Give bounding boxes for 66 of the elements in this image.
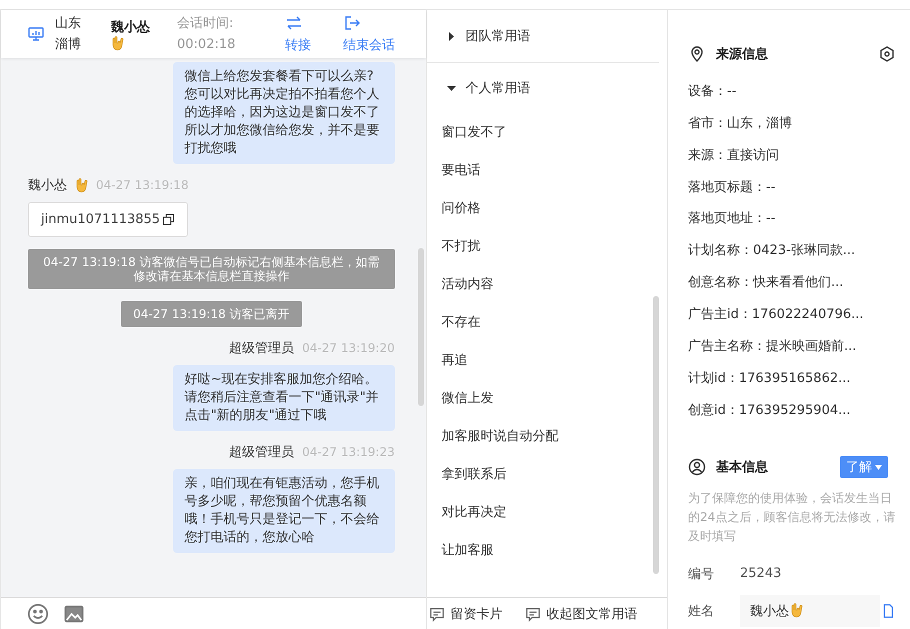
phrase-item[interactable]: 不存在 xyxy=(426,303,667,341)
end-session-button[interactable]: 结束会话 xyxy=(343,14,395,54)
visitor-name: 魏小怂 xyxy=(111,18,150,36)
source-field: 广告主id：176022240796... xyxy=(688,298,896,330)
hexagon-nut-icon xyxy=(878,44,896,63)
session-time: 00:02:18 xyxy=(177,36,236,54)
toolbar-button[interactable]: 收起图文常用语 xyxy=(524,604,638,622)
system-notice: 04-27 13:19:18 访客微信号已自动标记右侧基本信息栏，如需修改请在基本信息栏直接操作 xyxy=(28,249,395,289)
message-icon xyxy=(428,606,445,622)
monitor-icon xyxy=(27,25,45,43)
phrase-item[interactable]: 微信上发 xyxy=(426,379,667,417)
message-bubble: 微信上给您发套餐看下可以么亲?您可以对比再决定拍不拍看您个人的选择哈，因为这边是窗口发不了所以才加您微信给您发，并不是要打扰您哦 xyxy=(172,62,395,164)
swap-arrows-icon xyxy=(285,14,303,32)
phrase-item[interactable]: 加客服时说自动分配 xyxy=(426,417,667,455)
caret-right-icon xyxy=(446,32,456,40)
phrase-item[interactable]: 问价格 xyxy=(426,189,667,227)
phrase-item[interactable]: 要电话 xyxy=(426,151,667,189)
message-time: 04-27 13:19:23 xyxy=(302,445,395,459)
wechat-id: jinmu1071113855 xyxy=(41,212,160,227)
phrase-item[interactable]: 再追 xyxy=(426,341,667,379)
source-field: 计划名称：0423-张琳同款... xyxy=(688,234,896,266)
caret-down-icon xyxy=(446,84,456,92)
source-field: 省市：山东，淄博 xyxy=(688,107,896,139)
smiley-icon xyxy=(27,602,49,624)
session-time-label: 会话时间: xyxy=(177,15,234,33)
hand-icon xyxy=(111,36,124,50)
name-field[interactable]: 魏小怂 xyxy=(740,594,880,627)
field-label: 编号 xyxy=(688,566,715,583)
phrase-item[interactable]: 不打扰 xyxy=(426,227,667,265)
source-field: 计划id：176395165862... xyxy=(688,362,896,394)
message-time: 04-27 13:19:18 xyxy=(96,178,189,192)
hand-icon xyxy=(790,603,803,618)
source-field: 落地页地址：-- xyxy=(688,202,896,234)
source-field: 广告主名称：提米映画婚前... xyxy=(688,330,896,362)
caret-down-icon xyxy=(875,464,882,470)
message-bubble: 好哒~现在安排客服加您介绍哈。请您稍后注意查看一下"通讯录"并点击"新的朋友"通过下哦 xyxy=(172,365,395,431)
scrollbar[interactable] xyxy=(653,296,659,574)
system-notice: 04-27 13:19:18 访客已离开 xyxy=(121,301,302,327)
message-bubble: 亲，咱们现在有钜惠活动，您手机号多少呢，帮您预留个优惠名额哦！手机号只是登记一下，不会给您打电话的，您放心哈 xyxy=(172,469,395,553)
source-field: 来源：直接访问 xyxy=(688,138,896,171)
phrase-item[interactable]: 活动内容 xyxy=(426,265,667,303)
phrase-item[interactable]: 窗口发不了 xyxy=(426,113,667,151)
section-title: 基本信息 xyxy=(716,459,768,476)
source-field: 创意名称：快来看看他们... xyxy=(688,266,896,298)
message-icon xyxy=(524,606,541,622)
scrollbar[interactable] xyxy=(418,248,424,406)
sender-name: 魏小怂 xyxy=(28,177,67,194)
user-circle-icon xyxy=(688,458,706,476)
source-field: 设备：-- xyxy=(688,75,896,107)
sender-name: 超级管理员 xyxy=(229,340,294,357)
section-title: 来源信息 xyxy=(716,46,768,63)
phrase-item[interactable]: 让加客服 xyxy=(426,531,667,569)
visitor-location: 山东淄博 xyxy=(55,15,82,54)
field-label: 姓名 xyxy=(688,602,715,620)
source-field: 落地页标题：-- xyxy=(688,170,896,203)
field-value: 25243 xyxy=(740,566,782,582)
info-note: 为了保障您的使用体验，会话发生当日的24点之后，顾客信息将无法修改，请及时填写 xyxy=(688,490,896,545)
source-field: 创意id：176395295904... xyxy=(688,394,896,426)
transfer-button[interactable]: 转接 xyxy=(285,14,311,54)
hand-icon xyxy=(75,178,88,192)
sender-name: 超级管理员 xyxy=(229,444,294,461)
toolbar-button[interactable]: 留资卡片 xyxy=(428,604,503,622)
message-time: 04-27 13:19:20 xyxy=(302,341,395,355)
exit-icon xyxy=(343,14,361,32)
phrase-item[interactable]: 对比再决定 xyxy=(426,493,667,531)
phrase-item[interactable]: 拿到联系后 xyxy=(426,455,667,493)
